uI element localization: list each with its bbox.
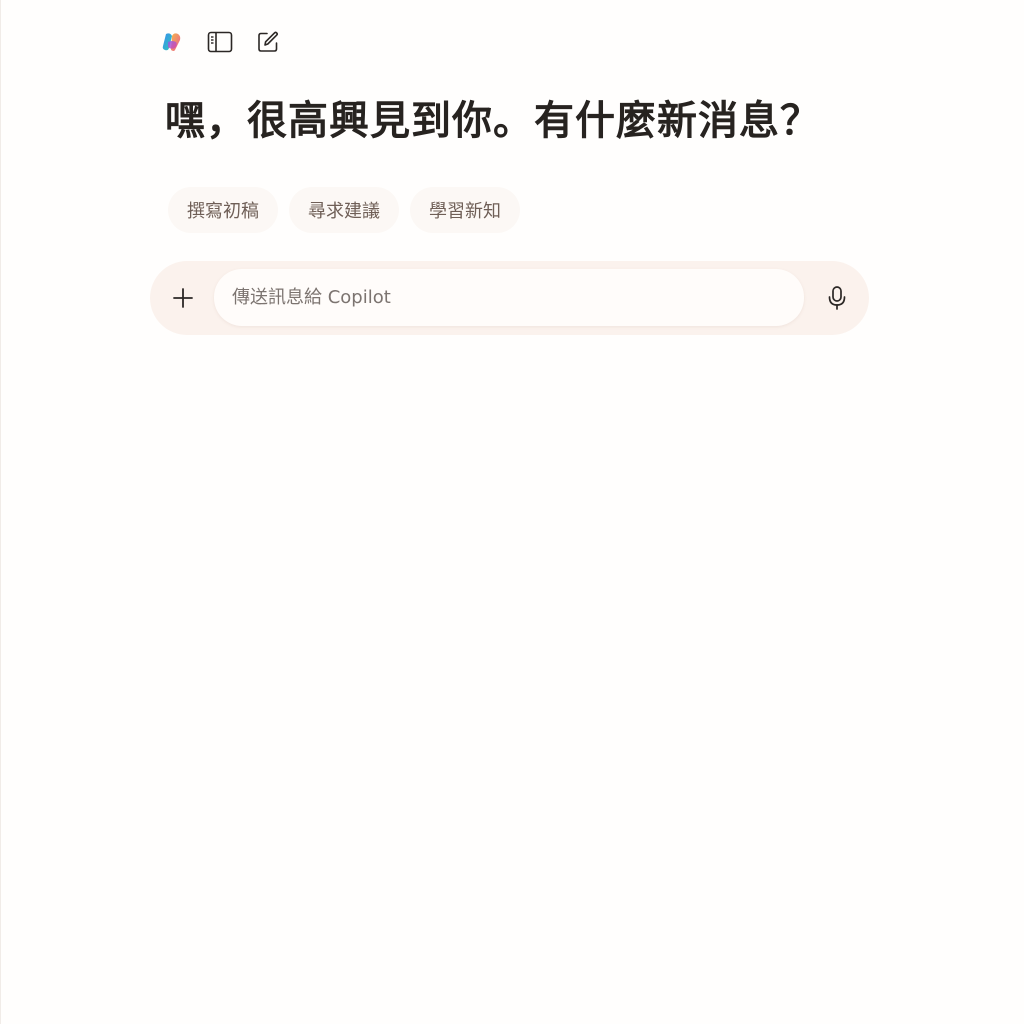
new-chat-icon[interactable] [255, 29, 281, 55]
microphone-button[interactable] [818, 279, 856, 317]
message-composer [150, 261, 869, 335]
sidebar-toggle-icon[interactable] [207, 29, 233, 55]
suggestion-chip-advice[interactable]: 尋求建議 [289, 187, 399, 233]
message-input[interactable] [214, 269, 804, 326]
add-attachment-button[interactable] [164, 279, 202, 317]
microphone-icon [828, 286, 846, 310]
copilot-home-page: 嘿，很高興見到你。有什麼新消息？ 撰寫初稿 尋求建議 學習新知 [0, 0, 1024, 1024]
greeting-heading: 嘿，很高興見到你。有什麼新消息？ [165, 98, 821, 144]
suggestion-chip-learn[interactable]: 學習新知 [410, 187, 520, 233]
suggestion-chips: 撰寫初稿 尋求建議 學習新知 [168, 187, 520, 233]
copilot-logo-icon[interactable] [159, 29, 185, 55]
plus-icon [173, 288, 193, 308]
top-toolbar [159, 28, 281, 56]
suggestion-chip-draft[interactable]: 撰寫初稿 [168, 187, 278, 233]
